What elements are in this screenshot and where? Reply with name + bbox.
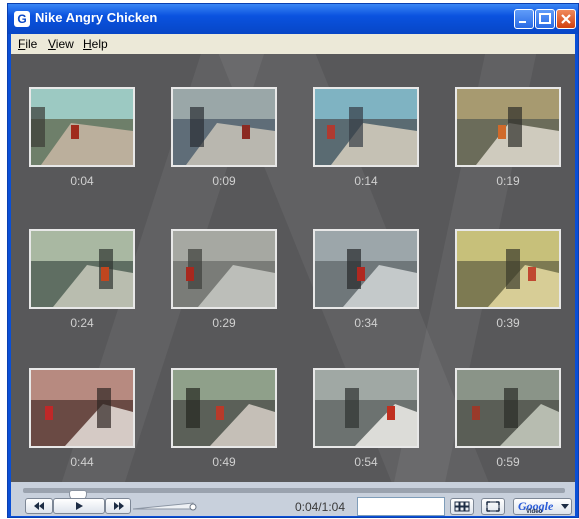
time-display: 0:04/1:04 <box>294 500 345 514</box>
play-button[interactable] <box>53 498 105 514</box>
thumbnail[interactable] <box>455 87 561 167</box>
thumbnail[interactable] <box>313 368 419 448</box>
rewind-button[interactable] <box>25 498 53 514</box>
video-frame <box>173 89 275 165</box>
video-frame <box>173 370 275 446</box>
thumbnail-time: 0:19 <box>496 174 520 188</box>
video-frame <box>31 89 133 165</box>
menu-file[interactable]: File <box>18 37 37 51</box>
close-icon <box>561 14 571 24</box>
google-app-icon: G <box>14 11 30 27</box>
thumbnail[interactable] <box>171 87 277 167</box>
minimize-icon <box>519 21 526 23</box>
thumbnail[interactable] <box>29 368 135 448</box>
thumbnail[interactable] <box>313 229 419 309</box>
thumbnail[interactable] <box>29 87 135 167</box>
maximize-button[interactable] <box>535 9 555 29</box>
thumbnail-time: 0:24 <box>70 316 94 330</box>
thumbnail[interactable] <box>455 368 561 448</box>
grid-view-icon <box>454 501 470 512</box>
thumbnail[interactable] <box>313 87 419 167</box>
menu-view[interactable]: View <box>48 37 74 51</box>
thumbnail-time: 0:29 <box>212 316 236 330</box>
fast-forward-button[interactable] <box>105 498 131 514</box>
video-frame <box>31 231 133 307</box>
thumbnail-time: 0:09 <box>212 174 236 188</box>
menu-bar: File View Help <box>11 34 575 54</box>
thumbnail-grid: 0:04 0:09 0:14 0:19 0:24 0:29 0:34 0:39 … <box>11 54 575 482</box>
thumbnail[interactable] <box>455 229 561 309</box>
grid-view-button[interactable] <box>450 498 474 515</box>
video-frame <box>457 231 559 307</box>
app-window: G Nike Angry Chicken File View Help 0:04… <box>7 3 579 518</box>
minimize-button[interactable] <box>514 9 534 29</box>
video-frame <box>315 231 417 307</box>
thumbnail-time: 0:39 <box>496 316 520 330</box>
fullscreen-icon <box>486 501 500 512</box>
seek-bar[interactable] <box>23 488 565 502</box>
player-controls: 0:04/1:04 Google Video <box>11 482 575 516</box>
video-frame <box>457 370 559 446</box>
search-input[interactable] <box>357 497 445 516</box>
window-title: Nike Angry Chicken <box>35 10 158 25</box>
video-frame <box>31 370 133 446</box>
volume-slider[interactable] <box>133 501 197 511</box>
google-video-label: Video <box>526 509 543 515</box>
rewind-icon <box>34 502 44 510</box>
video-frame <box>173 231 275 307</box>
video-frame <box>315 370 417 446</box>
thumbnail-time: 0:49 <box>212 455 236 469</box>
thumbnail-time: 0:34 <box>354 316 378 330</box>
thumbnail-time: 0:44 <box>70 455 94 469</box>
thumbnail-time: 0:04 <box>70 174 94 188</box>
google-video-button[interactable]: Google Video <box>513 498 572 515</box>
thumbnail-time: 0:59 <box>496 455 520 469</box>
thumbnail-time: 0:54 <box>354 455 378 469</box>
chevron-down-icon <box>561 504 569 509</box>
thumbnail[interactable] <box>29 229 135 309</box>
maximize-icon <box>539 13 551 24</box>
play-icon <box>76 502 83 510</box>
video-frame <box>457 89 559 165</box>
thumbnail[interactable] <box>171 368 277 448</box>
menu-help[interactable]: Help <box>83 37 108 51</box>
title-bar[interactable]: G Nike Angry Chicken <box>8 4 578 34</box>
fast-forward-icon <box>114 502 124 510</box>
thumbnail-time: 0:14 <box>354 174 378 188</box>
fullscreen-button[interactable] <box>481 498 505 515</box>
close-button[interactable] <box>556 9 576 29</box>
thumbnail[interactable] <box>171 229 277 309</box>
video-frame <box>315 89 417 165</box>
